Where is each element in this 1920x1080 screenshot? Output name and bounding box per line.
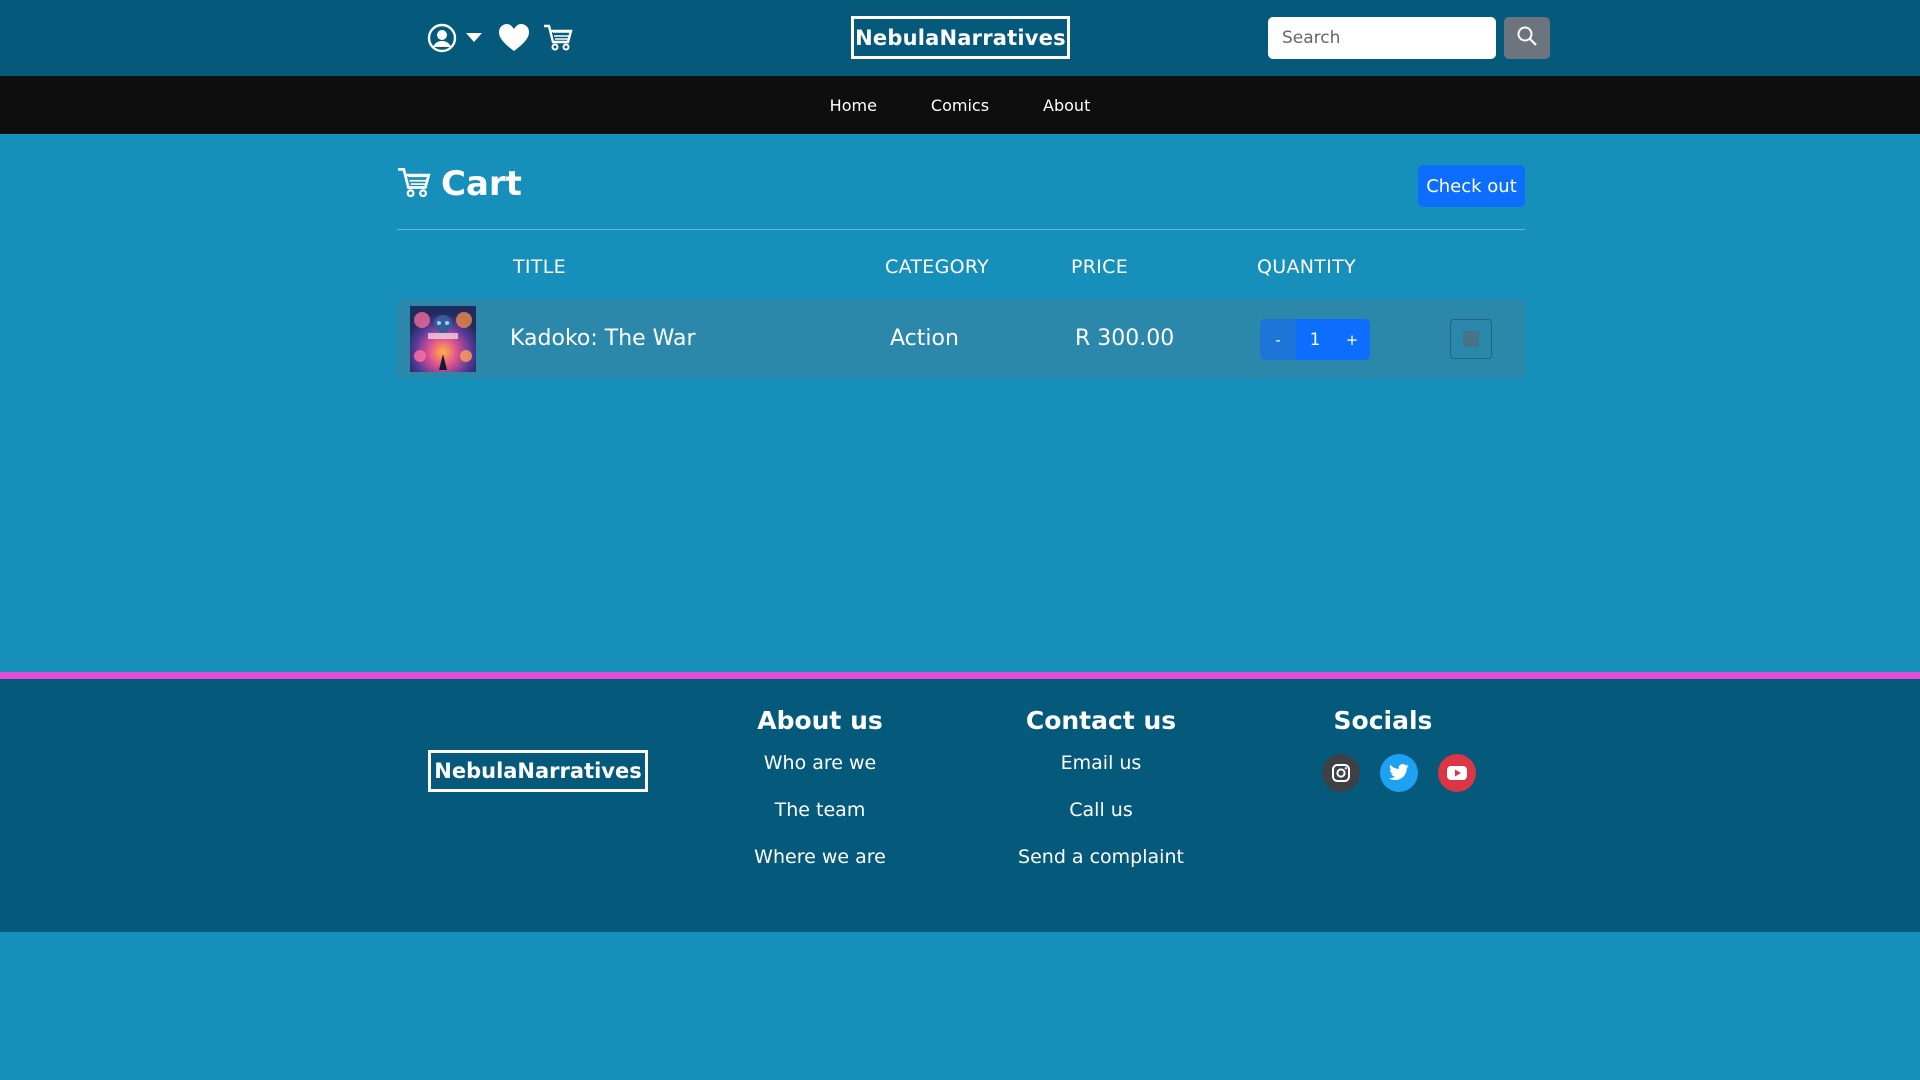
twitter-icon[interactable] <box>1380 754 1418 792</box>
brand-logo[interactable]: NebulaNarratives <box>851 16 1070 59</box>
increase-quantity-button[interactable]: + <box>1334 319 1370 360</box>
footer-link-email-us[interactable]: Email us <box>981 751 1221 798</box>
footer-contact-heading: Contact us <box>1025 706 1177 735</box>
search-button[interactable] <box>1504 17 1550 59</box>
nav-comics[interactable]: Comics <box>931 96 989 115</box>
footer-socials-heading: Socials <box>1333 706 1433 735</box>
cart-title: Cart <box>397 164 522 204</box>
heart-icon[interactable] <box>498 22 530 54</box>
item-price: R 300.00 <box>1075 326 1175 351</box>
column-header-price: PRICE <box>1071 256 1129 278</box>
quantity-value: 1 <box>1296 319 1334 360</box>
footer-link-who-are-we[interactable]: Who are we <box>700 751 940 798</box>
footer-link-where-we-are[interactable]: Where we are <box>700 845 940 892</box>
cart-header: Cart Check out <box>397 160 1525 230</box>
divider <box>397 229 1525 230</box>
item-category: Action <box>890 326 959 351</box>
page-title: Cart <box>441 164 522 204</box>
footer-link-the-team[interactable]: The team <box>700 798 940 845</box>
search-bar <box>1268 17 1550 59</box>
footer: NebulaNarratives About us Who are we The… <box>0 679 1920 932</box>
youtube-icon[interactable] <box>1438 754 1476 792</box>
footer-contact-column: Contact us Email us Call us Send a compl… <box>981 706 1221 892</box>
remove-icon <box>1463 331 1479 347</box>
user-circle-icon[interactable] <box>426 22 458 54</box>
top-header: NebulaNarratives <box>0 0 1920 76</box>
footer-link-call-us[interactable]: Call us <box>981 798 1221 845</box>
item-title: Kadoko: The War <box>510 326 696 351</box>
caret-down-icon[interactable] <box>464 22 484 54</box>
footer-about-heading: About us <box>757 706 883 735</box>
comic-cover-thumbnail[interactable] <box>410 306 476 372</box>
social-icons <box>1322 754 1496 792</box>
column-header-quantity: QUANTITY <box>1257 256 1356 278</box>
table-row: Kadoko: The War Action R 300.00 - 1 + <box>397 300 1525 378</box>
instagram-icon[interactable] <box>1322 754 1360 792</box>
nav-about[interactable]: About <box>1043 96 1090 115</box>
quantity-stepper: - 1 + <box>1260 319 1370 360</box>
search-icon <box>1517 26 1537 50</box>
column-header-title: TITLE <box>513 256 566 278</box>
decrease-quantity-button[interactable]: - <box>1260 319 1296 360</box>
footer-accent-line <box>0 672 1920 679</box>
footer-socials-column: Socials <box>1263 706 1503 751</box>
search-input[interactable] <box>1268 17 1496 59</box>
main-nav: Home Comics About <box>0 76 1920 134</box>
cart-icon[interactable] <box>542 22 574 54</box>
column-header-category: CATEGORY <box>885 256 990 278</box>
checkout-button[interactable]: Check out <box>1418 165 1525 207</box>
cart-icon <box>397 167 431 201</box>
nav-home[interactable]: Home <box>830 96 877 115</box>
footer-link-send-complaint[interactable]: Send a complaint <box>981 845 1221 892</box>
footer-brand-logo[interactable]: NebulaNarratives <box>428 750 648 792</box>
header-icons <box>426 22 574 54</box>
footer-about-column: About us Who are we The team Where we ar… <box>700 706 940 892</box>
remove-item-button[interactable] <box>1450 319 1492 359</box>
